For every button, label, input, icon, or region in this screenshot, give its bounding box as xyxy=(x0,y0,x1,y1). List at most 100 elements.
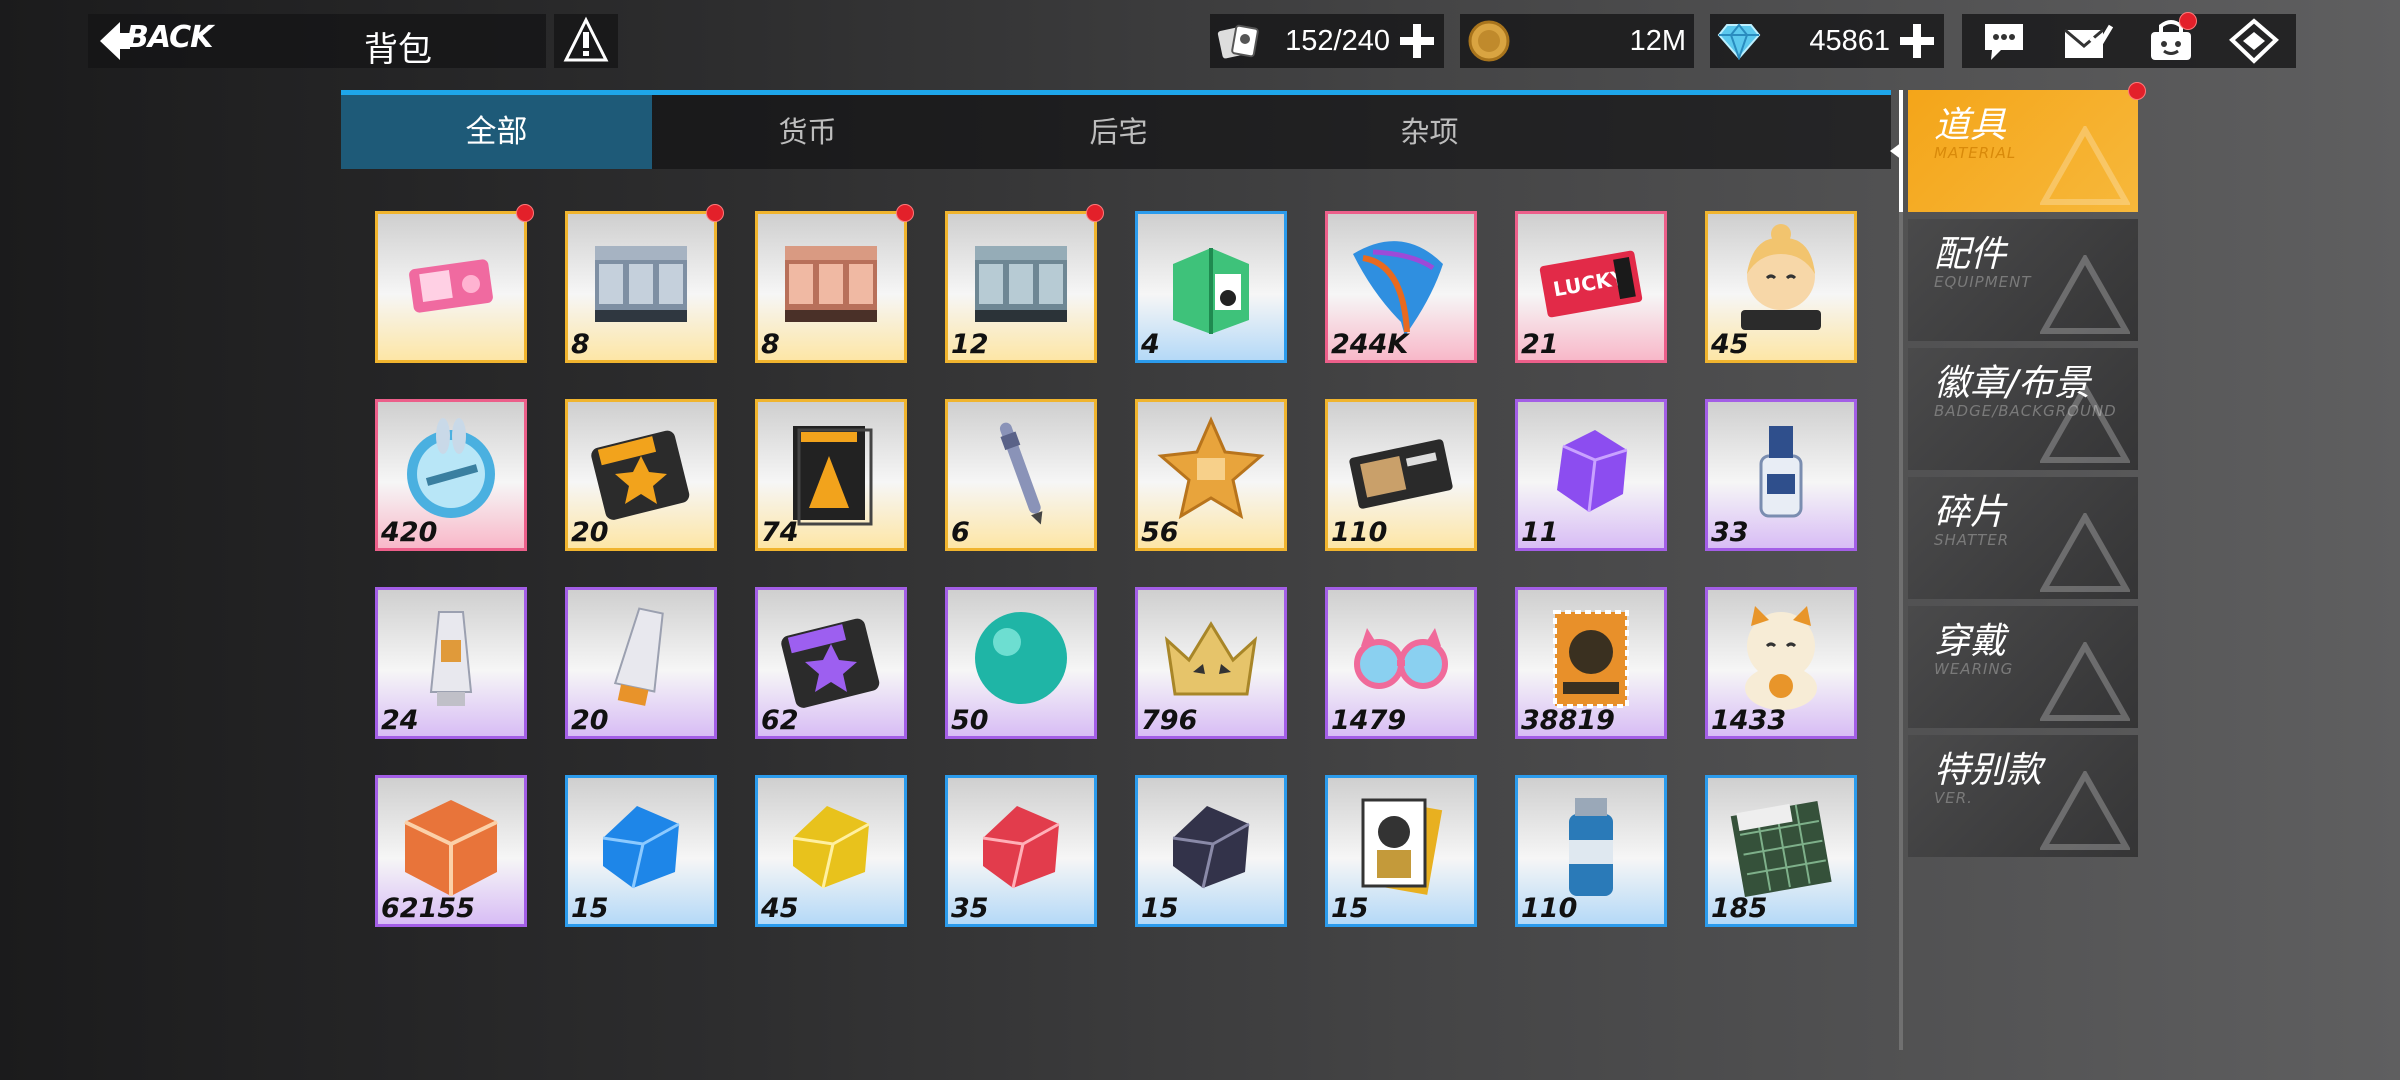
item-count: 33 xyxy=(1711,517,1749,548)
item-count: 15 xyxy=(571,893,609,924)
add-diamonds-button[interactable] xyxy=(1898,22,1936,60)
tab-currency[interactable]: 货币 xyxy=(652,95,963,169)
side-divider xyxy=(1899,90,1903,1050)
figurestory-mascot-icon xyxy=(1741,224,1821,330)
green-gift-box-icon xyxy=(1173,248,1249,334)
inventory-item[interactable]: 8 xyxy=(755,204,914,363)
cutting-mat-icon xyxy=(1730,800,1832,898)
purple-crystal-icon xyxy=(1557,430,1628,513)
home-icon xyxy=(2229,18,2280,64)
item-count: 796 xyxy=(1141,705,1198,736)
item-count: 11 xyxy=(1521,517,1559,548)
inventory-item[interactable]: 11 xyxy=(1515,399,1667,551)
bunny-orb-icon xyxy=(407,418,495,518)
add-figure-slots-button[interactable] xyxy=(1398,22,1436,60)
side-item-watermark-icon xyxy=(2040,255,2130,334)
item-count: 35 xyxy=(951,893,989,924)
inventory-item[interactable]: 110 xyxy=(1325,399,1477,551)
pen-icon xyxy=(999,422,1043,525)
inventory-item[interactable]: 15 xyxy=(565,775,717,927)
figure-cards-icon xyxy=(1216,18,1262,64)
inventory-item[interactable]: 110 xyxy=(1515,775,1667,927)
inventory-item[interactable]: 12 xyxy=(945,204,1104,363)
side-item-equipment[interactable]: 配件 EQUIPMENT xyxy=(1908,219,2138,341)
figure-counter: 152/240 xyxy=(1210,14,1444,68)
chat-icon xyxy=(1984,24,2023,60)
inventory-item[interactable]: 62 xyxy=(755,587,907,739)
lucky-cat-icon xyxy=(1745,606,1817,710)
inventory-item[interactable]: 244K xyxy=(1325,211,1477,363)
side-item-sublabel: SHATTER xyxy=(1934,531,2010,549)
side-item-label: 配件 xyxy=(1934,234,2007,275)
paint-bottle-icon xyxy=(1759,426,1803,518)
figure-box-bronze-icon xyxy=(785,246,877,322)
info-button[interactable] xyxy=(554,14,618,68)
shop-notification-dot xyxy=(2178,12,2197,30)
mail-icon xyxy=(2064,24,2114,58)
inventory-item[interactable]: 38819 xyxy=(1515,587,1667,739)
new-item-dot xyxy=(896,204,914,222)
figure-count: 152/240 xyxy=(1285,24,1390,57)
inventory-item[interactable]: 45 xyxy=(1705,211,1857,363)
side-item-wearing[interactable]: 穿戴 WEARING xyxy=(1908,606,2138,728)
inventory-item[interactable]: 24 xyxy=(375,587,527,739)
item-count: 38819 xyxy=(1521,705,1615,736)
item-count: 6 xyxy=(951,517,970,548)
inventory-item[interactable]: 33 xyxy=(1705,399,1857,551)
inventory-item[interactable] xyxy=(375,204,534,363)
inventory-item[interactable]: 796 xyxy=(1135,587,1287,739)
side-item-label: 碎片 xyxy=(1934,492,2007,533)
inventory-item[interactable]: 20 xyxy=(565,587,717,739)
home-button[interactable] xyxy=(2226,16,2282,66)
inventory-item[interactable]: 56 xyxy=(1135,399,1287,551)
tab-misc[interactable]: 杂项 xyxy=(1274,95,1585,169)
item-count: 185 xyxy=(1711,893,1768,924)
inventory-item[interactable]: 8 xyxy=(565,204,724,363)
tab-backyard[interactable]: 后宅 xyxy=(963,95,1274,169)
top-left-bar: BACK 背包 xyxy=(88,14,546,70)
mail-button[interactable] xyxy=(2059,16,2115,66)
item-count: 56 xyxy=(1141,517,1179,548)
tab-all[interactable]: 全部 xyxy=(341,95,652,169)
side-item-badge-background[interactable]: 徽章/布景 BADGE/BACKGROUND xyxy=(1908,348,2138,470)
gold-crown-icon xyxy=(1164,621,1258,696)
glue-tube-small-icon xyxy=(429,611,473,706)
lucky-ticket-icon: LUCKY xyxy=(1539,250,1643,318)
category-tabs: 全部 货币 后宅 杂项 xyxy=(341,95,1891,169)
glue-tube-orange-icon xyxy=(613,607,664,706)
inventory-item[interactable]: 4 xyxy=(1135,211,1287,363)
inventory-item[interactable]: 15 xyxy=(1135,775,1287,927)
blue-gem-icon xyxy=(602,806,680,889)
inventory-item[interactable]: LUCKY 21 xyxy=(1515,211,1667,363)
side-item-shatter[interactable]: 碎片 SHATTER xyxy=(1908,477,2138,599)
inventory-item[interactable]: 15 xyxy=(1325,775,1477,927)
badge-scroll-gold-icon xyxy=(591,430,690,520)
inventory-item[interactable]: 20 xyxy=(565,399,717,551)
side-item-material[interactable]: 道具 MATERIAL xyxy=(1908,82,2146,212)
inventory-item[interactable]: 45 xyxy=(755,775,907,927)
side-item-special-version[interactable]: 特别款 VER. xyxy=(1908,735,2138,857)
top-actions xyxy=(1962,12,2296,68)
diamond-counter: 45861 xyxy=(1710,14,1944,68)
inventory-item[interactable]: 1479 xyxy=(1325,587,1477,739)
inventory-item[interactable]: 6 xyxy=(945,399,1097,551)
back-button[interactable]: BACK xyxy=(88,14,288,68)
item-count: 8 xyxy=(761,329,780,360)
item-count: 62 xyxy=(761,705,799,736)
new-item-dot xyxy=(516,204,534,222)
inventory-item[interactable]: 420 xyxy=(375,399,527,551)
inventory-item[interactable]: 1433 xyxy=(1705,587,1857,739)
red-gem-icon xyxy=(982,806,1060,889)
item-count: 24 xyxy=(381,705,419,736)
chat-button[interactable] xyxy=(1976,16,2032,66)
side-item-sublabel: WEARING xyxy=(1934,660,2014,678)
inventory-item[interactable]: 50 xyxy=(945,587,1097,739)
page-title: 背包 xyxy=(364,30,432,70)
shop-button[interactable] xyxy=(2143,12,2199,66)
item-count: 110 xyxy=(1331,517,1388,548)
inventory-item[interactable]: 62155 xyxy=(375,775,527,927)
inventory-item[interactable]: 185 xyxy=(1705,775,1857,927)
inventory-item[interactable]: 35 xyxy=(945,775,1097,927)
inventory-item[interactable]: 74 xyxy=(755,399,907,551)
coin-amount: 12M xyxy=(1629,24,1686,57)
